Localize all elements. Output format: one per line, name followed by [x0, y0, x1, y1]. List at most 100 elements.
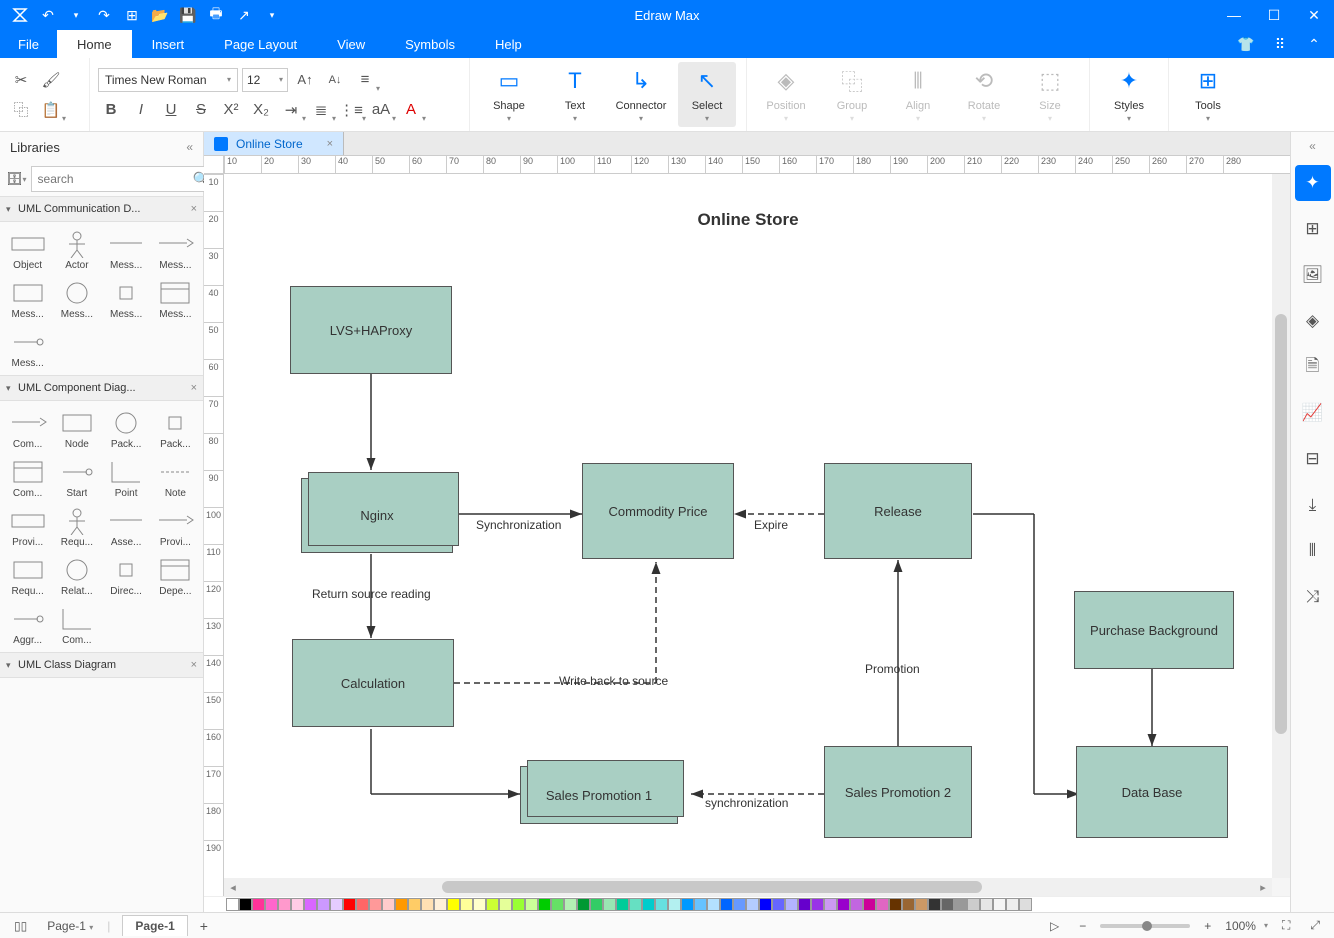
presentation-button[interactable]: ▷: [1044, 917, 1065, 935]
color-swatch[interactable]: [785, 898, 798, 911]
color-swatch[interactable]: [668, 898, 681, 911]
color-swatch[interactable]: [512, 898, 525, 911]
color-swatch[interactable]: [681, 898, 694, 911]
zoom-out-button[interactable]: −: [1073, 917, 1092, 935]
vertical-scrollbar[interactable]: [1272, 174, 1290, 878]
close-tab-icon[interactable]: ×: [327, 138, 333, 150]
color-swatch[interactable]: [226, 898, 239, 911]
color-swatch[interactable]: [252, 898, 265, 911]
tab-home[interactable]: Home: [57, 30, 132, 58]
color-swatch[interactable]: [330, 898, 343, 911]
color-swatch[interactable]: [239, 898, 252, 911]
shape-item[interactable]: Relat...: [53, 552, 100, 599]
shape-item[interactable]: Direc...: [103, 552, 150, 599]
color-swatch[interactable]: [499, 898, 512, 911]
close-section-icon[interactable]: ×: [191, 659, 197, 671]
undo-button[interactable]: ↶: [34, 1, 62, 29]
tab-symbols[interactable]: Symbols: [385, 30, 475, 58]
image-panel-button[interactable]: 🖼: [1295, 257, 1331, 293]
align-panel-button[interactable]: ⫴: [1295, 533, 1331, 569]
line-spacing-button[interactable]: ≡: [352, 67, 378, 93]
zoom-in-button[interactable]: +: [1198, 917, 1217, 935]
color-swatch[interactable]: [304, 898, 317, 911]
color-swatch[interactable]: [460, 898, 473, 911]
color-swatch[interactable]: [928, 898, 941, 911]
chart-panel-button[interactable]: 📈: [1295, 395, 1331, 431]
node-purchase[interactable]: Purchase Background: [1074, 591, 1234, 669]
shuffle-panel-button[interactable]: ⤨: [1295, 579, 1331, 615]
shape-item[interactable]: Com...: [4, 405, 51, 452]
shape-item[interactable]: Point: [103, 454, 150, 501]
shape-item[interactable]: Pack...: [103, 405, 150, 452]
close-section-icon[interactable]: ×: [191, 382, 197, 394]
shape-item[interactable]: Mess...: [103, 275, 150, 322]
section-uml-component[interactable]: ▾UML Component Diag...×: [0, 375, 203, 401]
undo-dropdown-icon[interactable]: ▾: [62, 1, 90, 29]
new-button[interactable]: ⊞: [118, 1, 146, 29]
shape-item[interactable]: Pack...: [152, 405, 199, 452]
color-swatch[interactable]: [811, 898, 824, 911]
expand-right-panel-icon[interactable]: «: [1291, 132, 1334, 160]
page-list-button[interactable]: ▯▯: [8, 917, 33, 935]
zoom-slider[interactable]: [1100, 924, 1190, 928]
shape-item[interactable]: Mess...: [152, 275, 199, 322]
color-swatch[interactable]: [356, 898, 369, 911]
layers-panel-button[interactable]: ◈: [1295, 303, 1331, 339]
shape-item[interactable]: Requ...: [4, 552, 51, 599]
shape-item[interactable]: Mess...: [4, 324, 51, 371]
underline-button[interactable]: U: [158, 97, 184, 123]
node-price[interactable]: Commodity Price: [582, 463, 734, 559]
color-swatch[interactable]: [876, 898, 889, 911]
color-swatch[interactable]: [655, 898, 668, 911]
color-swatch[interactable]: [486, 898, 499, 911]
color-swatch[interactable]: [291, 898, 304, 911]
zoom-knob[interactable]: [1142, 921, 1152, 931]
color-swatch[interactable]: [434, 898, 447, 911]
color-swatch[interactable]: [317, 898, 330, 911]
library-search-box[interactable]: 🔍: [31, 166, 217, 192]
fullscreen-button[interactable]: ⤢: [1304, 916, 1326, 935]
color-swatch[interactable]: [629, 898, 642, 911]
color-swatch[interactable]: [278, 898, 291, 911]
select-tool-button[interactable]: ↖Select▾: [678, 62, 736, 127]
styles-button[interactable]: ✦Styles▾: [1100, 62, 1158, 127]
color-swatch[interactable]: [642, 898, 655, 911]
table-panel-button[interactable]: ⊟: [1295, 441, 1331, 477]
font-name-select[interactable]: Times New Roman▾: [98, 68, 238, 92]
color-swatch[interactable]: [551, 898, 564, 911]
color-swatch[interactable]: [603, 898, 616, 911]
tab-page-layout[interactable]: Page Layout: [204, 30, 317, 58]
font-size-select[interactable]: 12▾: [242, 68, 288, 92]
collapse-libraries-icon[interactable]: «: [186, 140, 193, 154]
tab-file[interactable]: File: [0, 30, 57, 58]
shape-item[interactable]: Node: [53, 405, 100, 452]
tab-insert[interactable]: Insert: [132, 30, 205, 58]
shape-item[interactable]: Asse...: [103, 503, 150, 550]
paste-button[interactable]: 📋: [38, 97, 64, 123]
add-page-button[interactable]: +: [194, 916, 214, 936]
color-swatch[interactable]: [408, 898, 421, 911]
section-uml-class[interactable]: ▾UML Class Diagram×: [0, 652, 203, 678]
italic-button[interactable]: I: [128, 97, 154, 123]
vscroll-thumb[interactable]: [1275, 314, 1287, 734]
group-button[interactable]: ⿻Group▾: [823, 62, 881, 127]
color-swatch[interactable]: [694, 898, 707, 911]
node-db[interactable]: Data Base: [1076, 746, 1228, 838]
position-button[interactable]: ◈Position▾: [757, 62, 815, 127]
color-swatch[interactable]: [993, 898, 1006, 911]
color-swatch[interactable]: [707, 898, 720, 911]
color-swatch[interactable]: [746, 898, 759, 911]
color-swatch[interactable]: [967, 898, 980, 911]
page-panel-button[interactable]: 🗎: [1295, 349, 1331, 385]
shape-item[interactable]: Provi...: [152, 503, 199, 550]
color-swatch[interactable]: [772, 898, 785, 911]
theme-icon[interactable]: 👕: [1234, 36, 1258, 53]
shape-item[interactable]: Mess...: [152, 226, 199, 273]
page-selector[interactable]: Page-1 ▾: [39, 917, 101, 935]
shape-tool-button[interactable]: ▭Shape▾: [480, 62, 538, 127]
collapse-ribbon-icon[interactable]: ⌃: [1302, 36, 1326, 53]
tab-view[interactable]: View: [317, 30, 385, 58]
print-button[interactable]: 🖶: [202, 1, 230, 29]
color-swatch[interactable]: [369, 898, 382, 911]
grow-font-button[interactable]: A↑: [292, 67, 318, 93]
